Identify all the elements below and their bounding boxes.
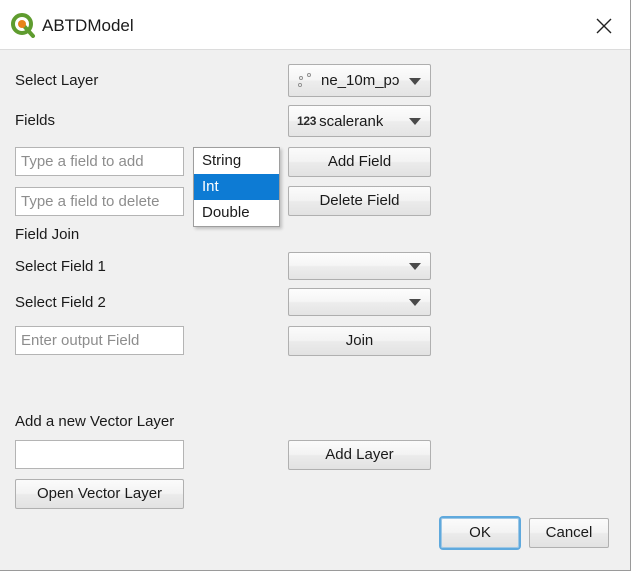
ok-button[interactable]: OK xyxy=(441,518,519,548)
output-field-input[interactable] xyxy=(15,326,184,355)
delete-field-input[interactable] xyxy=(15,187,184,216)
close-icon[interactable] xyxy=(589,11,619,41)
select-field-1-label: Select Field 1 xyxy=(15,258,106,275)
chevron-down-icon xyxy=(409,263,421,270)
fields-value: scalerank xyxy=(319,112,384,130)
title-bar: ABTDModel xyxy=(0,0,630,50)
select-field-2-combo[interactable] xyxy=(288,288,431,316)
chevron-down-icon xyxy=(409,299,421,306)
open-vector-layer-button[interactable]: Open Vector Layer xyxy=(15,479,184,509)
add-layer-button[interactable]: Add Layer xyxy=(288,440,431,470)
select-layer-value: ne_10m_pɔ xyxy=(321,72,400,89)
delete-field-button[interactable]: Delete Field xyxy=(288,186,431,216)
add-field-input[interactable] xyxy=(15,147,184,176)
select-field-2-label: Select Field 2 xyxy=(15,294,106,311)
select-layer-combo[interactable]: ne_10m_pɔ xyxy=(288,64,431,97)
window-title: ABTDModel xyxy=(42,16,134,35)
fields-label: Fields xyxy=(15,112,56,129)
chevron-down-icon xyxy=(409,77,421,85)
qgis-logo-icon xyxy=(11,13,36,38)
cancel-button[interactable]: Cancel xyxy=(529,518,609,548)
add-field-button[interactable]: Add Field xyxy=(288,147,431,177)
join-button[interactable]: Join xyxy=(288,326,431,356)
vector-layer-section-label: Add a new Vector Layer xyxy=(15,413,175,430)
chevron-down-icon xyxy=(409,118,421,125)
select-layer-label: Select Layer xyxy=(15,72,99,89)
field-type-dropdown-popup[interactable]: String Int Double xyxy=(193,147,280,227)
fields-combo[interactable]: 123 scalerank xyxy=(288,105,431,137)
dropdown-option-string[interactable]: String xyxy=(194,148,279,174)
field-join-section-label: Field Join xyxy=(15,226,80,243)
abtdmodel-dialog: ABTDModel Select Layer ne_10m_pɔ Fields … xyxy=(0,0,631,571)
dropdown-option-int[interactable]: Int xyxy=(194,174,279,200)
numeric-field-icon: 123 xyxy=(297,114,317,128)
point-layer-icon xyxy=(297,72,317,90)
select-field-1-combo[interactable] xyxy=(288,252,431,280)
dropdown-option-double[interactable]: Double xyxy=(194,200,279,226)
vector-layer-path-input[interactable] xyxy=(15,440,184,469)
